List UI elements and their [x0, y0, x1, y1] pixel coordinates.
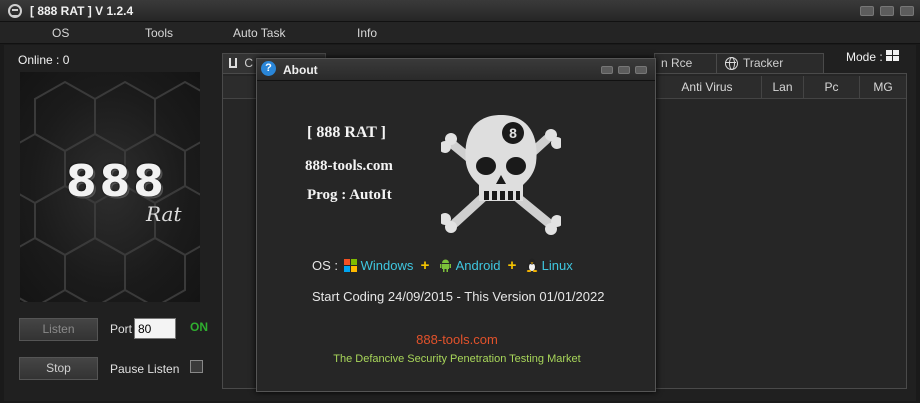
- stop-button[interactable]: Stop: [19, 357, 98, 380]
- os-label: OS :: [312, 258, 339, 273]
- logo-word: Rat: [146, 202, 182, 226]
- menu-tools[interactable]: Tools: [145, 26, 173, 40]
- about-titlebar: ? About: [257, 59, 655, 81]
- column-header-pc[interactable]: Pc: [803, 76, 859, 99]
- listen-status: ON: [190, 320, 208, 334]
- close-button[interactable]: [900, 6, 914, 16]
- maximize-button[interactable]: [880, 6, 894, 16]
- about-dialog: ? About [ 888 RAT ] 888-tools.com Prog :…: [256, 58, 656, 392]
- tab-clients-label: C: [244, 56, 254, 70]
- menu-os[interactable]: OS: [52, 26, 69, 40]
- main-titlebar: [ 888 RAT ] V 1.2.4: [0, 0, 920, 22]
- about-website-link[interactable]: 888-tools.com: [257, 332, 657, 347]
- os-linux: Linux: [541, 258, 573, 273]
- globe-icon: [725, 57, 738, 70]
- menubar: OS Tools Auto Task Info: [0, 22, 920, 44]
- port-label: Port: [110, 322, 133, 336]
- column-header-antivirus[interactable]: Anti Virus: [657, 76, 757, 99]
- linux-icon: [526, 258, 537, 272]
- os-windows: Windows: [360, 258, 414, 273]
- about-website: 888-tools.com: [305, 158, 393, 174]
- online-count: Online : 0: [18, 53, 70, 67]
- coding-dates: Start Coding 24/09/2015 - This Version 0…: [312, 289, 605, 304]
- tab-tracker[interactable]: Tracker: [716, 53, 824, 73]
- windows-icon: [343, 259, 357, 272]
- about-maximize-button[interactable]: [618, 66, 630, 74]
- plus-separator-2: +: [507, 257, 517, 274]
- skull-crossbones-icon: 8: [441, 115, 561, 235]
- about-close-button[interactable]: [635, 66, 647, 74]
- app-icon[interactable]: [8, 4, 22, 18]
- about-window-controls: [601, 66, 647, 74]
- about-programming-language: Prog : AutoIt: [307, 187, 392, 203]
- logo-number: 888: [66, 156, 167, 207]
- column-header-mg[interactable]: MG: [859, 76, 906, 99]
- tab-tracker-label: Tracker: [743, 56, 784, 70]
- help-icon: ?: [261, 61, 276, 76]
- about-minimize-button[interactable]: [601, 66, 613, 74]
- windows-mode-icon[interactable]: [886, 50, 900, 63]
- column-header-empty[interactable]: [223, 76, 253, 99]
- window-title: [ 888 RAT ] V 1.2.4: [30, 4, 134, 18]
- plus-separator-1: +: [420, 257, 430, 274]
- android-icon: [439, 259, 451, 272]
- about-product-name: [ 888 RAT ]: [307, 124, 386, 141]
- mode-label: Mode :: [846, 50, 883, 64]
- menu-info[interactable]: Info: [357, 26, 377, 40]
- column-header-lan[interactable]: Lan: [761, 76, 803, 99]
- port-input[interactable]: [134, 318, 176, 339]
- minimize-button[interactable]: [860, 6, 874, 16]
- plug-icon: [229, 58, 237, 68]
- menu-auto-task[interactable]: Auto Task: [233, 26, 285, 40]
- os-android: Android: [455, 258, 501, 273]
- about-title: About: [283, 63, 318, 77]
- listen-button[interactable]: Listen: [19, 318, 98, 341]
- about-tagline: The Defancive Security Penetration Testi…: [333, 353, 581, 365]
- pause-listen-label: Pause Listen: [110, 362, 180, 376]
- window-controls: [860, 6, 914, 16]
- pause-listen-checkbox[interactable]: [190, 360, 203, 373]
- svg-text:8: 8: [509, 125, 517, 141]
- supported-os-row: OS : Windows + Android + Linux: [312, 257, 573, 274]
